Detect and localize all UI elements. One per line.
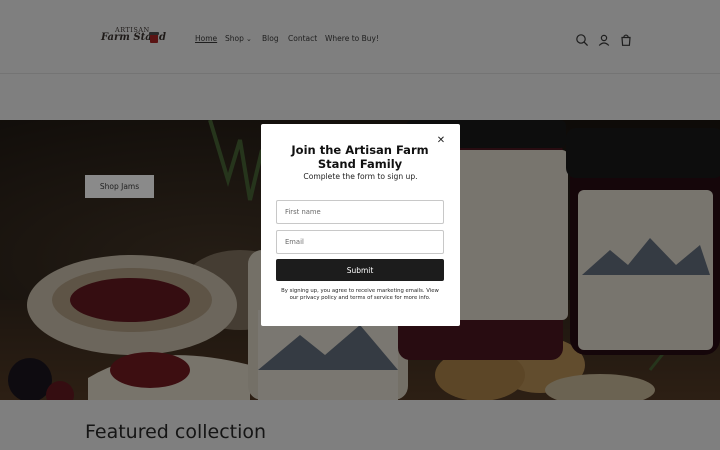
announcement-band: [0, 75, 720, 120]
email-field[interactable]: [276, 230, 444, 254]
chevron-down-icon[interactable]: ⌄: [246, 35, 252, 43]
nav-shop-link[interactable]: Shop: [225, 34, 244, 43]
nav-home-link[interactable]: Home: [195, 34, 217, 43]
featured-collection-title: Featured collection: [85, 421, 267, 443]
cart-icon[interactable]: [619, 33, 633, 47]
signup-disclaimer: By signing up, you agree to receive mark…: [281, 288, 439, 301]
site-header: ARTISAN Farm Stand Home Shop ⌄ Blog Cont…: [0, 0, 720, 74]
shop-jams-button[interactable]: Shop Jams: [85, 175, 154, 198]
modal-title: Join the Artisan Farm Stand Family: [291, 143, 429, 171]
nav-contact-link[interactable]: Contact: [288, 34, 317, 43]
submit-button[interactable]: Submit: [276, 259, 444, 281]
nav-where-to-buy-link[interactable]: Where to Buy!: [325, 34, 379, 43]
search-icon[interactable]: [575, 33, 589, 47]
first-name-field[interactable]: [276, 200, 444, 224]
nav-blog-link[interactable]: Blog: [262, 34, 279, 43]
site-logo[interactable]: ARTISAN Farm Stand: [101, 26, 166, 48]
account-icon[interactable]: [597, 33, 611, 47]
jar-logo-icon: [149, 32, 159, 43]
modal-subtitle: Complete the form to sign up.: [303, 172, 418, 181]
